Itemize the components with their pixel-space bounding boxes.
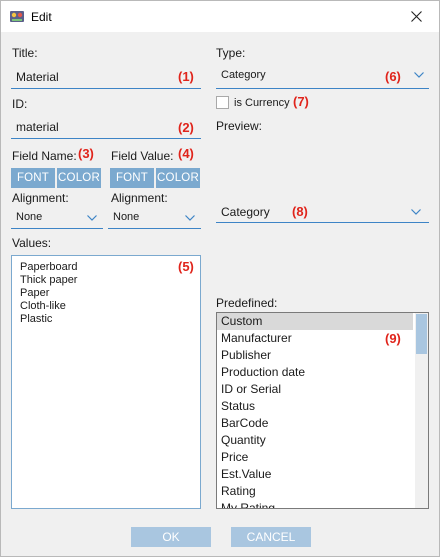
close-button[interactable] [393, 1, 439, 32]
list-item[interactable]: Production date [217, 364, 413, 381]
title-input[interactable]: Material [11, 65, 201, 89]
field-name-alignment-label: Alignment: [12, 191, 69, 205]
cancel-button[interactable]: CANCEL [231, 527, 311, 547]
list-item[interactable]: Publisher [217, 347, 413, 364]
scroll-thumb[interactable] [416, 314, 427, 354]
preview-select-value: Category [221, 205, 270, 219]
field-value-alignment-select[interactable]: None [108, 207, 201, 229]
window-title: Edit [31, 10, 52, 24]
list-item[interactable]: My Rating [217, 500, 413, 508]
is-currency-checkbox[interactable] [216, 96, 229, 109]
list-item[interactable]: Manufacturer [217, 330, 413, 347]
field-name-label: Field Name: [12, 149, 77, 163]
field-name-alignment-value: None [16, 211, 43, 223]
title-input-value: Material [16, 70, 59, 84]
id-input-value: material [16, 120, 59, 134]
values-textarea[interactable]: Paperboard Thick paper Paper Cloth-like … [11, 255, 201, 509]
id-input[interactable]: material [11, 115, 201, 139]
annotation-5: (5) [178, 259, 194, 274]
field-name-alignment-select[interactable]: None [11, 207, 103, 229]
list-scrollbar[interactable] [415, 313, 428, 508]
list-item[interactable]: ID or Serial [217, 381, 413, 398]
field-value-alignment-value: None [113, 211, 140, 223]
values-line: Paperboard [20, 261, 78, 273]
title-bar: Edit [1, 1, 439, 32]
type-select-value: Category [221, 69, 266, 81]
list-item[interactable]: Price [217, 449, 413, 466]
type-label: Type: [216, 46, 246, 60]
list-item[interactable]: Status [217, 398, 413, 415]
list-item[interactable]: Est.Value [217, 466, 413, 483]
field-value-font-button[interactable]: FONT [110, 168, 154, 188]
title-label: Title: [12, 46, 38, 60]
values-label: Values: [12, 236, 52, 250]
chevron-down-icon [87, 215, 97, 221]
field-value-label: Field Value: [111, 149, 174, 163]
app-icon [10, 11, 24, 22]
values-line: Paper [20, 287, 50, 299]
chevron-down-icon [185, 215, 195, 221]
annotation-7: (7) [293, 94, 309, 109]
chevron-down-icon [414, 72, 424, 78]
list-item[interactable]: BarCode [217, 415, 413, 432]
annotation-9: (9) [385, 331, 401, 346]
list-item[interactable]: Quantity [217, 432, 413, 449]
annotation-2: (2) [178, 120, 194, 135]
values-line: Cloth-like [20, 300, 66, 312]
annotation-6: (6) [385, 69, 401, 84]
field-name-color-button[interactable]: COLOR [57, 168, 101, 188]
ok-button[interactable]: OK [131, 527, 211, 547]
field-name-font-button[interactable]: FONT [11, 168, 55, 188]
list-item[interactable]: Custom [217, 313, 413, 330]
id-label: ID: [12, 97, 28, 111]
predefined-label: Predefined: [216, 296, 278, 310]
field-value-color-button[interactable]: COLOR [156, 168, 200, 188]
annotation-1: (1) [178, 69, 194, 84]
values-line: Plastic [20, 313, 53, 325]
field-value-alignment-label: Alignment: [111, 191, 168, 205]
values-line: Thick paper [20, 274, 78, 286]
edit-dialog: Edit Title: Material (1) ID: material (2… [0, 0, 440, 557]
preview-select[interactable]: Category [216, 199, 429, 223]
list-item[interactable]: Rating [217, 483, 413, 500]
chevron-down-icon [411, 209, 421, 215]
annotation-3: (3) [78, 146, 94, 161]
annotation-8: (8) [292, 204, 308, 219]
preview-label: Preview: [216, 119, 263, 133]
annotation-4: (4) [178, 146, 194, 161]
is-currency-label: is Currency [234, 97, 290, 109]
close-icon [410, 11, 422, 22]
